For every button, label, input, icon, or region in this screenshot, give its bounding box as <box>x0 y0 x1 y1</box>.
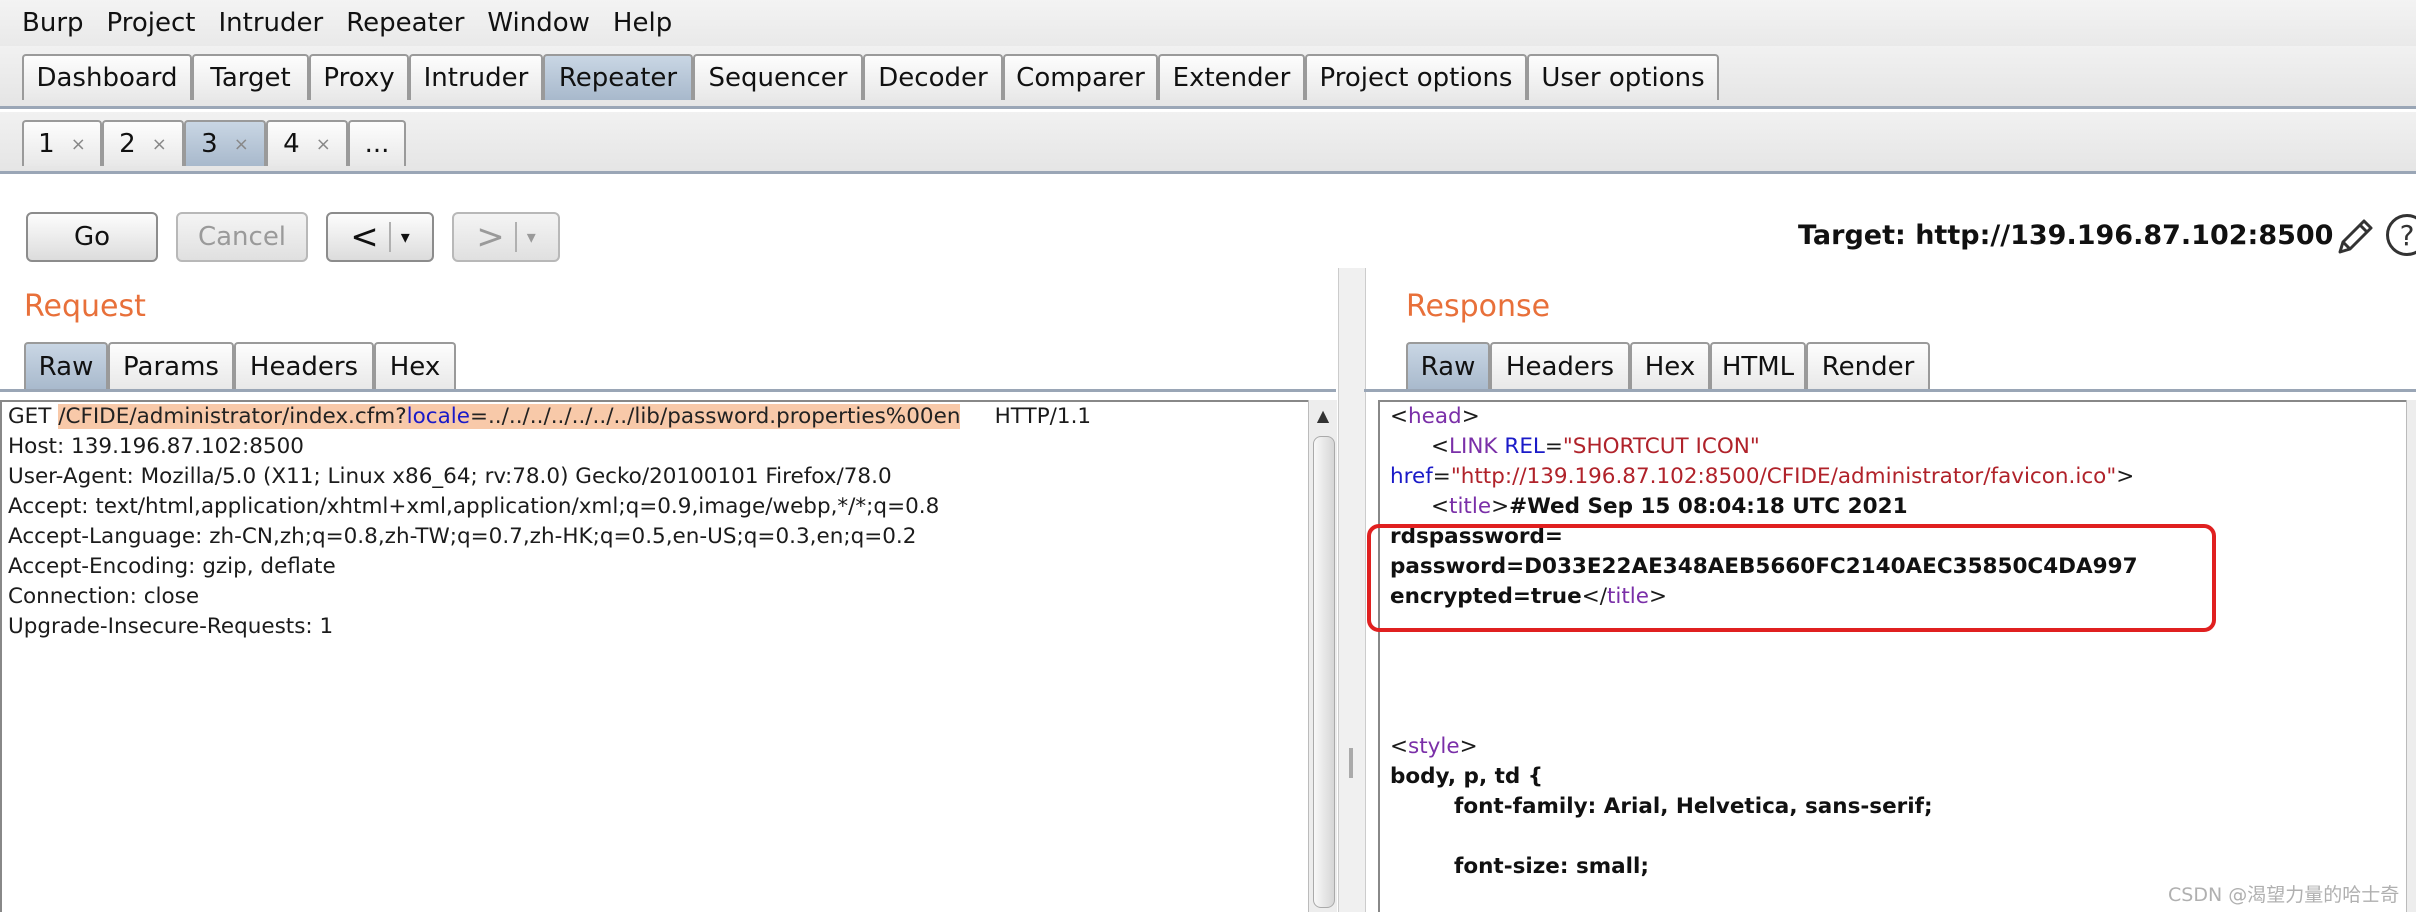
repeater-tab-label: 2 <box>119 129 136 159</box>
splitter-grip[interactable] <box>1349 748 1353 778</box>
tab-sequencer[interactable]: Sequencer <box>693 54 863 100</box>
repeater-tab-label: 1 <box>38 129 55 159</box>
cancel-button[interactable]: Cancel <box>176 212 308 262</box>
request-header-upgrade: Upgrade-Insecure-Requests: 1 <box>8 614 334 639</box>
request-tab-hex[interactable]: Hex <box>374 342 456 390</box>
request-header-connection: Connection: close <box>8 584 200 609</box>
watermark: CSDN @渴望力量的哈士奇 <box>2168 884 2400 906</box>
request-tab-headers[interactable]: Headers <box>234 342 374 390</box>
chevron-down-icon[interactable]: ▾ <box>527 227 536 248</box>
response-line: <head> <box>1390 404 1480 429</box>
response-tab-raw[interactable]: Raw <box>1406 342 1490 390</box>
request-tab-raw[interactable]: Raw <box>24 342 108 390</box>
repeater-tab-2[interactable]: 2 × <box>102 120 184 166</box>
help-icon[interactable]: ? <box>2386 214 2416 256</box>
request-tab-divider <box>0 389 1336 392</box>
menu-burp[interactable]: Burp <box>22 8 84 38</box>
repeater-tab-3[interactable]: 3 × <box>184 120 266 166</box>
tab-user-options[interactable]: User options <box>1527 54 1719 100</box>
forward-button[interactable]: > ▾ <box>452 212 560 262</box>
menu-repeater[interactable]: Repeater <box>346 8 464 38</box>
response-line: <title>#Wed Sep 15 08:04:18 UTC 2021 <box>1390 494 1908 519</box>
repeater-tab-label: 4 <box>283 129 300 159</box>
menu-help[interactable]: Help <box>613 8 672 38</box>
response-line: <style> <box>1390 734 1478 759</box>
request-editor[interactable]: GET /CFIDE/administrator/index.cfm?local… <box>0 400 1308 912</box>
chevron-left-icon: < <box>350 217 379 257</box>
chevron-down-icon[interactable]: ▾ <box>401 227 410 248</box>
repeater-tab-label: 3 <box>201 129 218 159</box>
menu-bar: Burp Project Intruder Repeater Window He… <box>0 0 2416 46</box>
response-line: href="http://139.196.87.102:8500/CFIDE/a… <box>1390 464 2135 489</box>
pencil-icon[interactable] <box>2332 214 2378 260</box>
tab-intruder[interactable]: Intruder <box>409 54 543 100</box>
menu-project[interactable]: Project <box>107 8 196 38</box>
button-divider <box>514 222 517 252</box>
response-line: <LINK REL="SHORTCUT ICON" <box>1390 434 1760 459</box>
request-scrollbar[interactable]: ▲ <box>1308 400 1337 912</box>
repeater-tab-1[interactable]: 1 × <box>22 120 102 166</box>
scroll-up-icon[interactable]: ▲ <box>1311 404 1335 428</box>
response-tab-headers[interactable]: Headers <box>1490 342 1630 390</box>
request-tab-params[interactable]: Params <box>108 342 234 390</box>
repeater-tab-4[interactable]: 4 × <box>266 120 348 166</box>
response-editor[interactable]: <head> <LINK REL="SHORTCUT ICON" href="h… <box>1378 400 2416 912</box>
request-header-accept: Accept: text/html,application/xhtml+xml,… <box>8 494 940 519</box>
request-header-accept-encoding: Accept-Encoding: gzip, deflate <box>8 554 336 579</box>
response-tab-render[interactable]: Render <box>1806 342 1930 390</box>
tab-dashboard[interactable]: Dashboard <box>22 54 192 100</box>
request-header-host: Host: 139.196.87.102:8500 <box>8 434 304 459</box>
tab-decoder[interactable]: Decoder <box>863 54 1003 100</box>
response-tab-hex[interactable]: Hex <box>1630 342 1710 390</box>
response-scrollbar[interactable] <box>2406 400 2416 912</box>
repeater-tab-bar: 1 × 2 × 3 × 4 × ... <box>0 112 2416 174</box>
tab-project-options[interactable]: Project options <box>1305 54 1527 100</box>
tab-repeater[interactable]: Repeater <box>543 54 693 100</box>
close-icon[interactable]: × <box>152 134 167 155</box>
close-icon[interactable]: × <box>316 134 331 155</box>
tab-target[interactable]: Target <box>192 54 309 100</box>
menu-intruder[interactable]: Intruder <box>218 8 323 38</box>
request-line: GET /CFIDE/administrator/index.cfm?local… <box>8 404 1092 429</box>
menu-window[interactable]: Window <box>487 8 590 38</box>
target-label: Target: http://139.196.87.102:8500 <box>1798 220 2334 251</box>
response-tab-html[interactable]: HTML <box>1710 342 1806 390</box>
close-icon[interactable]: × <box>71 134 86 155</box>
response-line: body, p, td { <box>1390 764 1544 789</box>
tab-comparer[interactable]: Comparer <box>1003 54 1158 100</box>
chevron-right-icon: > <box>476 217 505 257</box>
request-header-user-agent: User-Agent: Mozilla/5.0 (X11; Linux x86_… <box>8 464 892 489</box>
response-tab-divider <box>1364 389 2416 392</box>
response-line: font-family: Arial, Helvetica, sans-seri… <box>1454 794 1933 819</box>
main-tab-bar: Dashboard Target Proxy Intruder Repeater… <box>0 46 2416 109</box>
request-title: Request <box>24 289 146 324</box>
response-title: Response <box>1406 289 1551 324</box>
repeater-tab-new[interactable]: ... <box>348 120 406 166</box>
close-icon[interactable]: × <box>234 134 249 155</box>
back-button[interactable]: < ▾ <box>326 212 434 262</box>
highlighted-path: /CFIDE/administrator/index.cfm?locale=..… <box>58 404 961 429</box>
highlight-box <box>1367 524 2216 632</box>
request-header-accept-language: Accept-Language: zh-CN,zh;q=0.8,zh-TW;q=… <box>8 524 917 549</box>
response-line: font-size: small; <box>1454 854 1650 879</box>
button-divider <box>388 222 391 252</box>
panel-splitter[interactable] <box>1338 268 1366 912</box>
scroll-thumb[interactable] <box>1313 436 1335 908</box>
go-button[interactable]: Go <box>26 212 158 262</box>
tab-proxy[interactable]: Proxy <box>309 54 409 100</box>
tab-extender[interactable]: Extender <box>1158 54 1305 100</box>
